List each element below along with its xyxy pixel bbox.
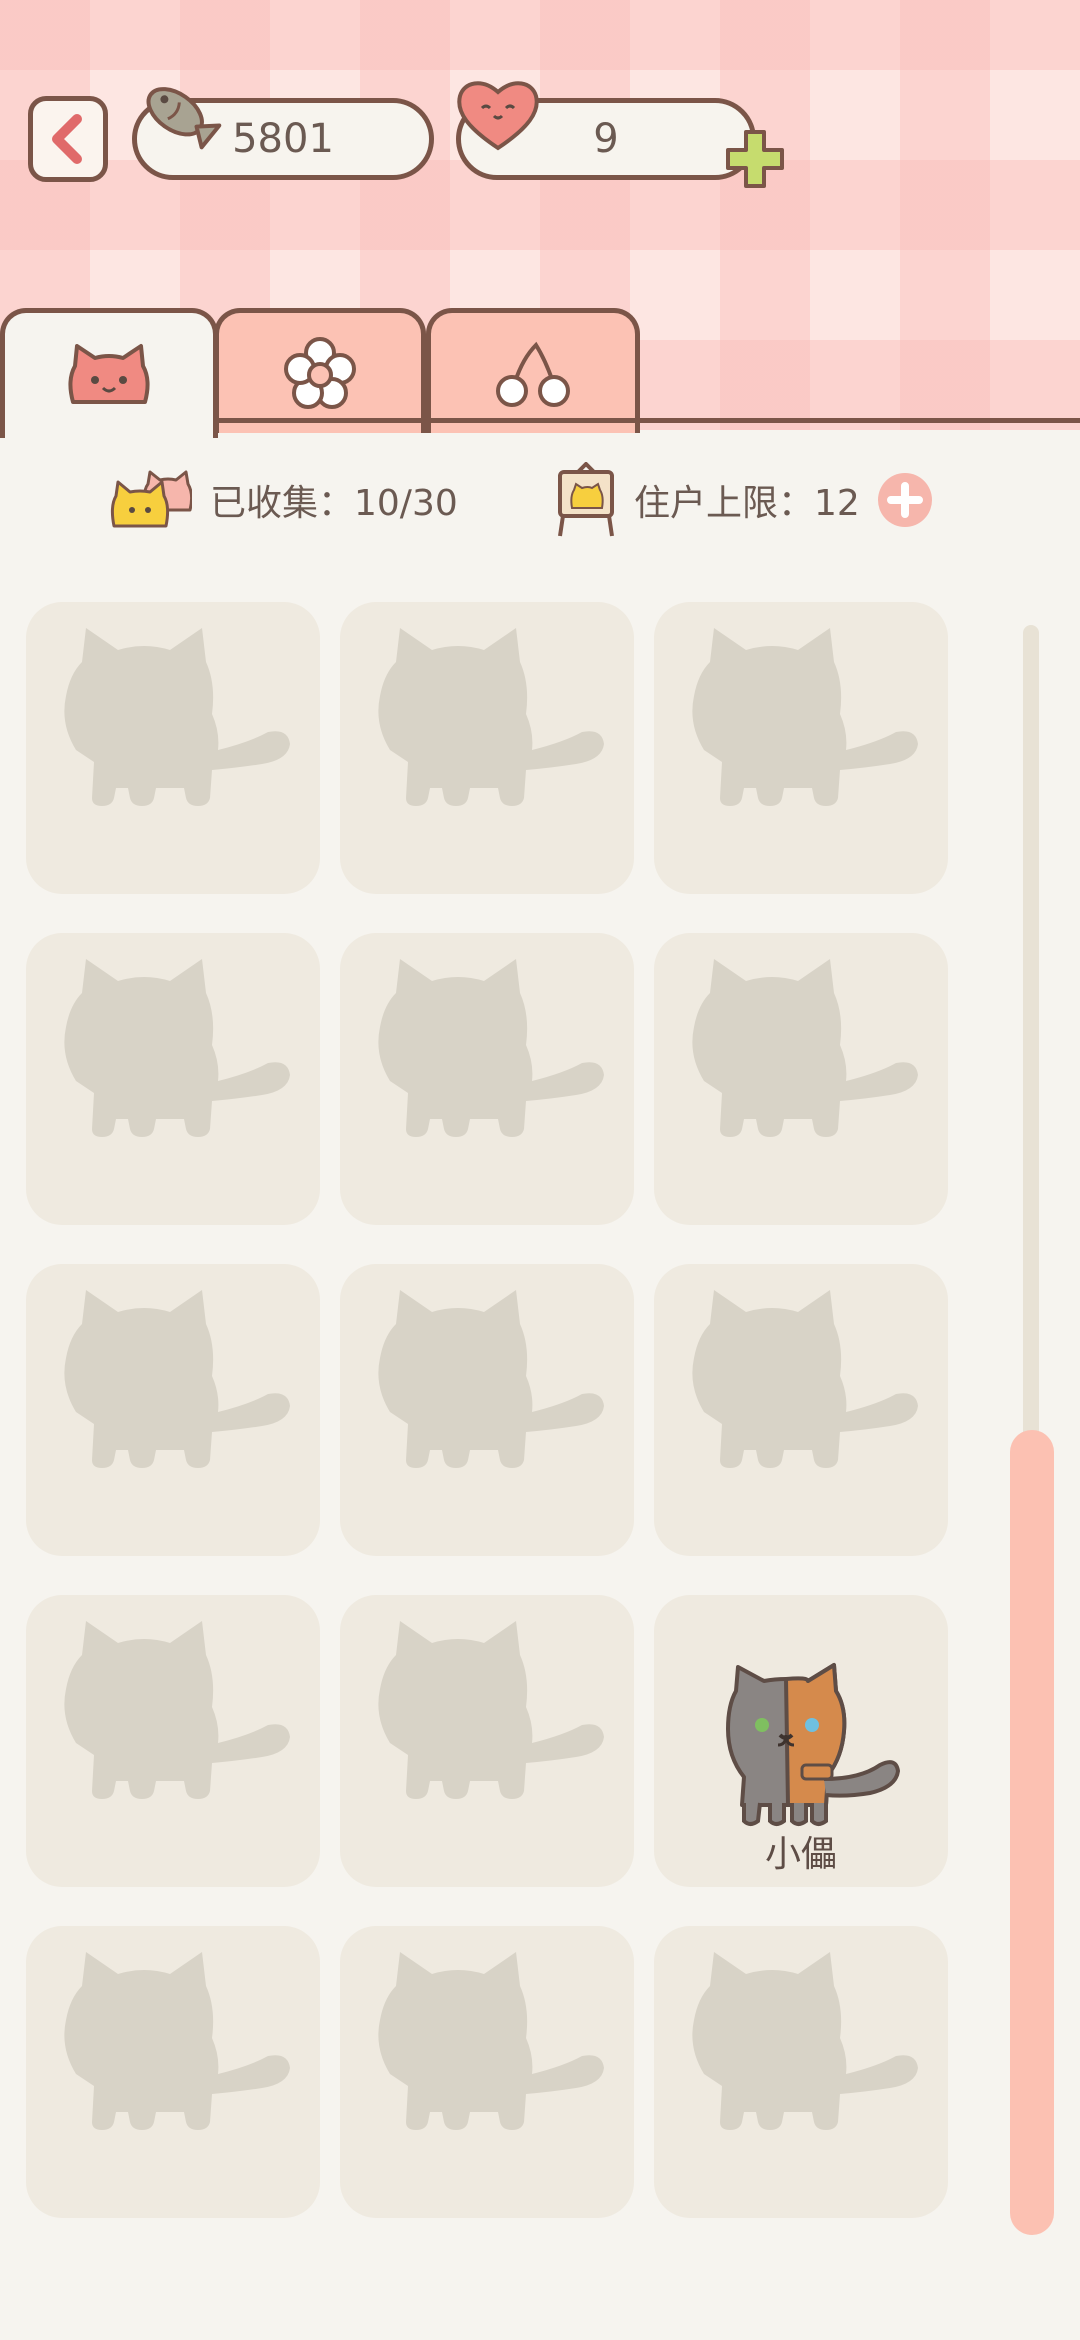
- cat-silhouette-icon: [378, 628, 604, 806]
- add-resident-plus-icon[interactable]: [876, 471, 934, 529]
- cat-card-locked[interactable]: [654, 933, 948, 1225]
- add-hearts-plus-icon[interactable]: [722, 126, 788, 192]
- cat-card-locked[interactable]: [26, 602, 320, 894]
- scrollbar-thumb[interactable]: [1010, 1430, 1054, 2235]
- cat-silhouette-icon: [64, 959, 290, 1137]
- cat-silhouette-icon: [64, 1952, 290, 2130]
- cat-name-label: 小儡: [764, 1834, 837, 1875]
- cat-card-locked[interactable]: [654, 1926, 948, 2218]
- cat-silhouette-icon: [378, 1621, 604, 1799]
- tab-cats[interactable]: [0, 308, 218, 438]
- signboard-icon: [558, 462, 614, 537]
- cat-card-locked[interactable]: [26, 1926, 320, 2218]
- cat-face-icon: [68, 343, 150, 404]
- cat-silhouette-icon: [64, 1621, 290, 1799]
- cat-card-locked[interactable]: [340, 602, 634, 894]
- cat-silhouette-icon: [692, 1952, 918, 2130]
- tab-cherry[interactable]: [426, 308, 640, 433]
- flower-icon: [284, 337, 356, 409]
- cats-collected-icon: [110, 470, 192, 528]
- cat-silhouette-icon: [692, 1290, 918, 1468]
- cat-card-locked[interactable]: [340, 933, 634, 1225]
- collected-stat: 已收集：10/30: [108, 460, 458, 540]
- cat-silhouette-icon: [64, 1290, 290, 1468]
- cat-card-locked[interactable]: [340, 1595, 634, 1887]
- cat-silhouette-icon: [692, 628, 918, 806]
- cat-silhouette-icon: [64, 628, 290, 806]
- chevron-left-icon: [52, 114, 82, 164]
- cat-card-locked[interactable]: [26, 933, 320, 1225]
- tab-flower[interactable]: [214, 308, 426, 433]
- cat-card-locked[interactable]: [340, 1926, 634, 2218]
- heart-count: 9: [593, 116, 619, 162]
- cat-card-locked[interactable]: [26, 1595, 320, 1887]
- cat-card-unlocked[interactable]: 小儡: [654, 1595, 948, 1887]
- back-button[interactable]: [28, 96, 108, 182]
- tab-divider: [214, 418, 1080, 423]
- cat-silhouette-icon: [378, 1952, 604, 2130]
- cat-silhouette-icon: [692, 959, 918, 1137]
- heart-icon: [457, 81, 539, 151]
- fish-icon: [146, 87, 222, 150]
- cat-card-locked[interactable]: [654, 1264, 948, 1556]
- cat-card-locked[interactable]: [26, 1264, 320, 1556]
- collected-text: 已收集：10/30: [210, 483, 458, 524]
- cherry-icon: [496, 341, 570, 407]
- category-tabs: [0, 308, 1080, 438]
- cat-card-locked[interactable]: [654, 602, 948, 894]
- cat-card-locked[interactable]: [340, 1264, 634, 1556]
- cat-silhouette-icon: [378, 1290, 604, 1468]
- resident-limit-stat: 住户上限：12: [554, 460, 934, 540]
- fish-count: 5801: [232, 116, 334, 162]
- collection-stats: 已收集：10/30 住户上限：12: [0, 460, 1080, 540]
- cat-silhouette-icon: [378, 959, 604, 1137]
- resident-limit-text: 住户上限：12: [634, 483, 860, 524]
